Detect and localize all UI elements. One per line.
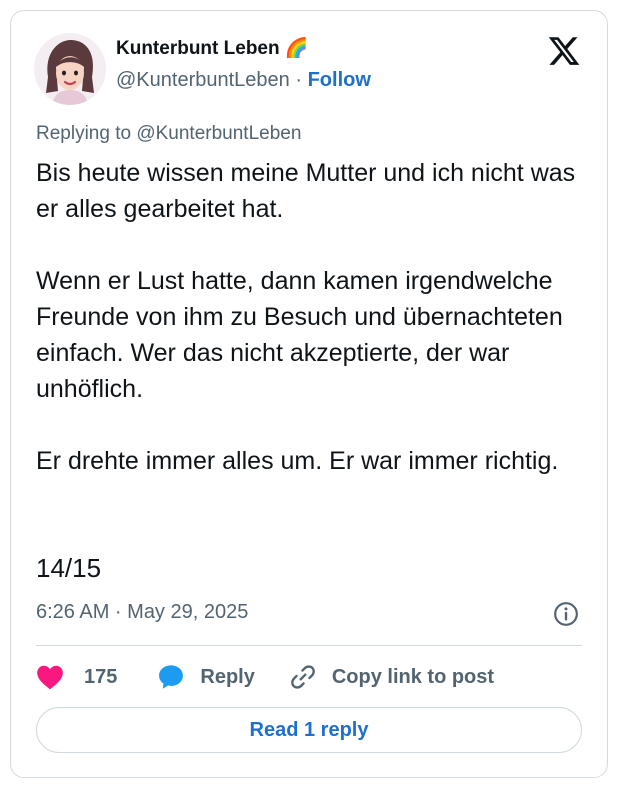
author-display-name[interactable]: Kunterbunt Leben 🌈	[116, 36, 309, 60]
avatar-illustration	[34, 33, 106, 105]
action-bar: 175 Reply Copy link to post	[36, 660, 494, 694]
handle-separator: ·	[295, 69, 303, 91]
post-body: Bis heute wissen meine Mutter und ich ni…	[36, 155, 581, 479]
thread-count: 14/15	[36, 553, 102, 583]
follow-button[interactable]: Follow	[308, 69, 371, 91]
reply-bubble-icon	[159, 665, 184, 689]
author-handle-row: @KunterbuntLeben · Follow	[116, 69, 371, 92]
post-paragraph: Bis heute wissen meine Mutter und ich ni…	[36, 159, 576, 223]
reply-label: Reply	[200, 665, 255, 688]
divider	[36, 645, 582, 646]
post-paragraph: Er drehte immer alles um. Er war immer r…	[36, 447, 559, 475]
like-count: 175	[84, 665, 118, 688]
like-button[interactable]: 175	[36, 664, 117, 690]
read-replies-button[interactable]: Read 1 reply	[36, 707, 582, 753]
avatar[interactable]	[34, 33, 106, 105]
copy-link-button[interactable]: Copy link to post	[289, 663, 494, 691]
heart-icon	[37, 665, 63, 690]
x-logo-icon[interactable]	[547, 34, 581, 68]
author-handle[interactable]: @KunterbuntLeben	[116, 69, 290, 91]
post-paragraph: Wenn er Lust hatte, dann kamen irgendwel…	[36, 267, 563, 403]
reply-button[interactable]: Reply	[157, 663, 255, 691]
copy-link-label: Copy link to post	[331, 665, 495, 688]
link-icon	[290, 665, 315, 689]
info-icon[interactable]	[553, 601, 579, 627]
replying-to[interactable]: Replying to @KunterbuntLeben	[36, 123, 301, 145]
post-timestamp[interactable]: 6:26 AM · May 29, 2025	[36, 601, 248, 624]
